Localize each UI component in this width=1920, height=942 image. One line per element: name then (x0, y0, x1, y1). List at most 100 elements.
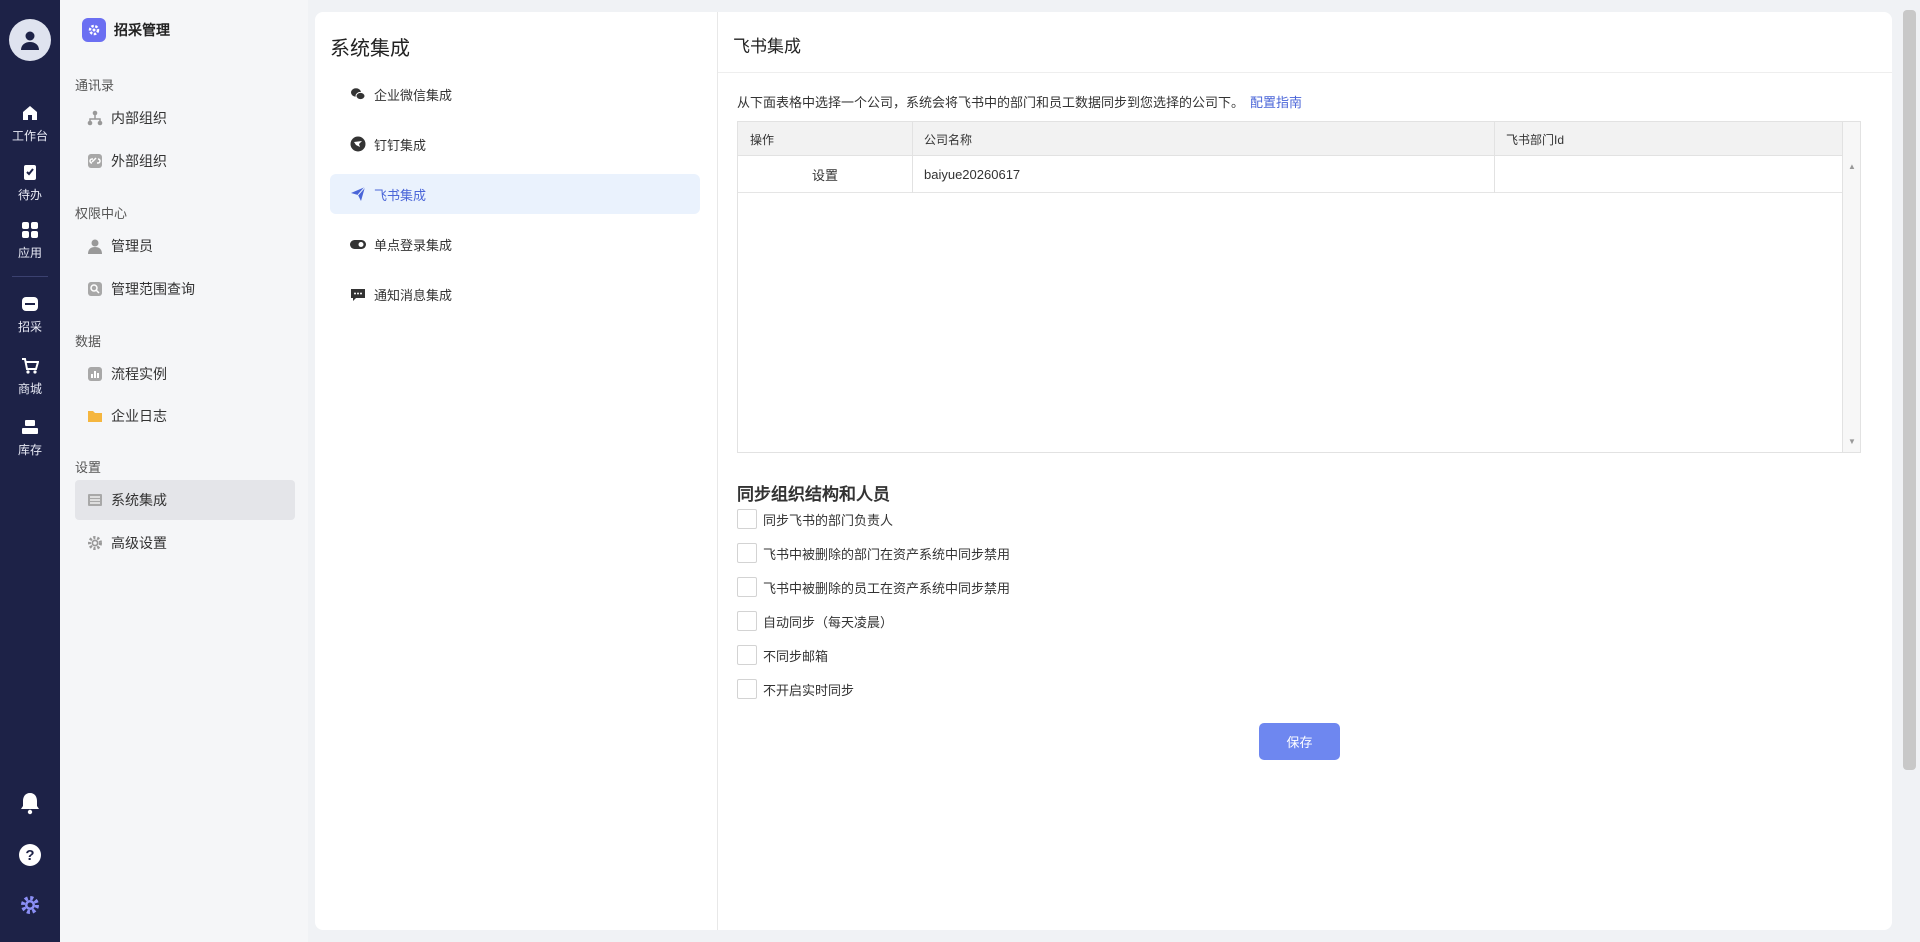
rail-item-inventory[interactable]: 库存 (0, 415, 60, 461)
sidebar-item-label: 流程实例 (111, 366, 167, 382)
scroll-up-icon[interactable]: ▲ (1848, 162, 1856, 171)
sidebar-item-label: 管理范围查询 (111, 281, 195, 297)
sidebar-item-external-org[interactable]: 外部组织 (75, 141, 295, 181)
group-contacts-label: 通讯录 (75, 78, 115, 93)
subnav-item-label: 飞书集成 (374, 187, 427, 203)
gear-icon (87, 535, 103, 551)
rail-item-apps[interactable]: 应用 (0, 218, 60, 264)
sidebar-item-admin[interactable]: 管理员 (75, 226, 295, 266)
column-header-company: 公司名称 (924, 132, 973, 147)
option-disable-deleted-dept[interactable]: 飞书中被删除的部门在资产系统中同步禁用 (737, 543, 1010, 563)
sidebar: 招采管理 通讯录 内部组织 外部组织 权限中心 管理员 管理范围查询 数据 流程… (60, 0, 308, 942)
column-header-action: 操作 (750, 132, 775, 147)
settings-gear-icon (19, 894, 41, 919)
sidebar-item-internal-org[interactable]: 内部组织 (75, 98, 295, 138)
checkbox[interactable] (737, 509, 757, 529)
org-tree-icon (87, 110, 103, 126)
row-action-setup[interactable]: 设置 (738, 156, 912, 192)
subnav-item-feishu[interactable]: 飞书集成 (330, 174, 700, 214)
table-header: 操作 公司名称 飞书部门Id (738, 122, 1843, 156)
cart-icon (21, 357, 40, 378)
page-title: 飞书集成 (733, 37, 801, 56)
rail-item-todo[interactable]: 待办 (0, 160, 60, 206)
bell-icon (19, 791, 41, 818)
subnav-item-wecom[interactable]: 企业微信集成 (330, 74, 700, 114)
app-logo-icon (82, 18, 106, 42)
group-settings-label: 设置 (75, 460, 102, 475)
group-data-label: 数据 (75, 334, 102, 349)
wechat-icon (350, 86, 366, 102)
checkbox-label: 不开启实时同步 (763, 682, 855, 698)
chart-icon (87, 366, 103, 382)
clipboard-check-icon (21, 163, 39, 184)
app-title: 招采管理 (114, 22, 170, 38)
rail-item-label: 库存 (17, 443, 42, 457)
sidebar-item-label: 高级设置 (111, 535, 167, 551)
apps-grid-icon (21, 221, 39, 242)
subnav-item-label: 企业微信集成 (374, 87, 453, 103)
checkbox[interactable] (737, 543, 757, 563)
checkbox-label: 飞书中被删除的部门在资产系统中同步禁用 (763, 546, 1011, 562)
settings-button[interactable] (0, 888, 60, 924)
option-auto-sync[interactable]: 自动同步（每天凌晨） (737, 611, 893, 631)
app-rail: 工作台 待办 应用 招采 商城 库存 ? (0, 0, 60, 942)
message-icon (350, 286, 366, 302)
option-sync-dept-leader[interactable]: 同步飞书的部门负责人 (737, 509, 893, 529)
title-divider (718, 72, 1892, 73)
description: 从下面表格中选择一个公司，系统会将飞书中的部门和员工数据同步到您选择的公司下。配… (737, 92, 1302, 111)
config-guide-link[interactable]: 配置指南 (1250, 95, 1302, 110)
subnav-item-notification[interactable]: 通知消息集成 (330, 274, 700, 314)
column-header-dept-id: 飞书部门Id (1506, 132, 1565, 147)
panel-divider (717, 12, 718, 930)
inventory-icon (21, 418, 39, 439)
save-button[interactable]: 保存 (1259, 723, 1340, 760)
sidebar-item-label: 内部组织 (111, 110, 167, 126)
subnav-item-sso[interactable]: 单点登录集成 (330, 224, 700, 264)
company-table: 操作 公司名称 飞书部门Id 设置 baiyue20260617 ▲ ▼ (737, 121, 1861, 453)
folder-icon (87, 408, 103, 424)
notification-button[interactable] (0, 786, 60, 822)
rail-divider (12, 276, 48, 277)
subnav-item-label: 钉钉集成 (374, 137, 427, 153)
option-no-realtime-sync[interactable]: 不开启实时同步 (737, 679, 854, 699)
checkbox[interactable] (737, 679, 757, 699)
rail-item-mall[interactable]: 商城 (0, 354, 60, 400)
scroll-down-icon[interactable]: ▼ (1848, 437, 1856, 446)
sidebar-item-advanced-settings[interactable]: 高级设置 (75, 523, 295, 563)
link-icon (87, 153, 103, 169)
sidebar-item-process-instance[interactable]: 流程实例 (75, 354, 295, 394)
column-divider (1494, 122, 1495, 193)
checkbox[interactable] (737, 577, 757, 597)
sidebar-item-system-integration[interactable]: 系统集成 (75, 480, 295, 520)
avatar[interactable] (9, 19, 51, 61)
row-company-name: baiyue20260617 (924, 166, 1021, 182)
table-scrollbar[interactable]: ▲ ▼ (1842, 122, 1860, 452)
rail-item-procurement[interactable]: 招采 (0, 292, 60, 338)
checkbox[interactable] (737, 645, 757, 665)
sidebar-item-scope-query[interactable]: 管理范围查询 (75, 269, 295, 309)
sidebar-item-label: 外部组织 (111, 153, 167, 169)
subnav-item-label: 单点登录集成 (374, 237, 453, 253)
checkbox-label: 同步飞书的部门负责人 (763, 512, 894, 528)
help-button[interactable]: ? (0, 838, 60, 874)
option-disable-deleted-employee[interactable]: 飞书中被删除的员工在资产系统中同步禁用 (737, 577, 1010, 597)
integration-icon (87, 492, 103, 508)
rail-item-label: 商城 (17, 382, 42, 396)
srm-icon (21, 295, 39, 316)
dingtalk-icon (350, 136, 366, 152)
checkbox-label: 自动同步（每天凌晨） (763, 614, 894, 630)
rail-item-workbench[interactable]: 工作台 (0, 101, 60, 147)
table-row[interactable]: 设置 baiyue20260617 (738, 156, 1843, 193)
home-icon (21, 104, 39, 125)
sidebar-item-enterprise-log[interactable]: 企业日志 (75, 396, 295, 436)
option-no-email-sync[interactable]: 不同步邮箱 (737, 645, 828, 665)
sidebar-item-label: 系统集成 (111, 492, 167, 508)
sidebar-item-label: 管理员 (111, 238, 153, 254)
content-panel: 系统集成 企业微信集成 钉钉集成 飞书集成 单点登录集成 通知消息集成 飞书集成… (315, 12, 1892, 930)
checkbox[interactable] (737, 611, 757, 631)
subnav-item-dingtalk[interactable]: 钉钉集成 (330, 124, 700, 164)
help-icon: ? (18, 843, 42, 870)
svg-text:?: ? (25, 847, 34, 864)
column-divider (912, 122, 913, 193)
page-scrollbar[interactable] (1903, 10, 1916, 770)
